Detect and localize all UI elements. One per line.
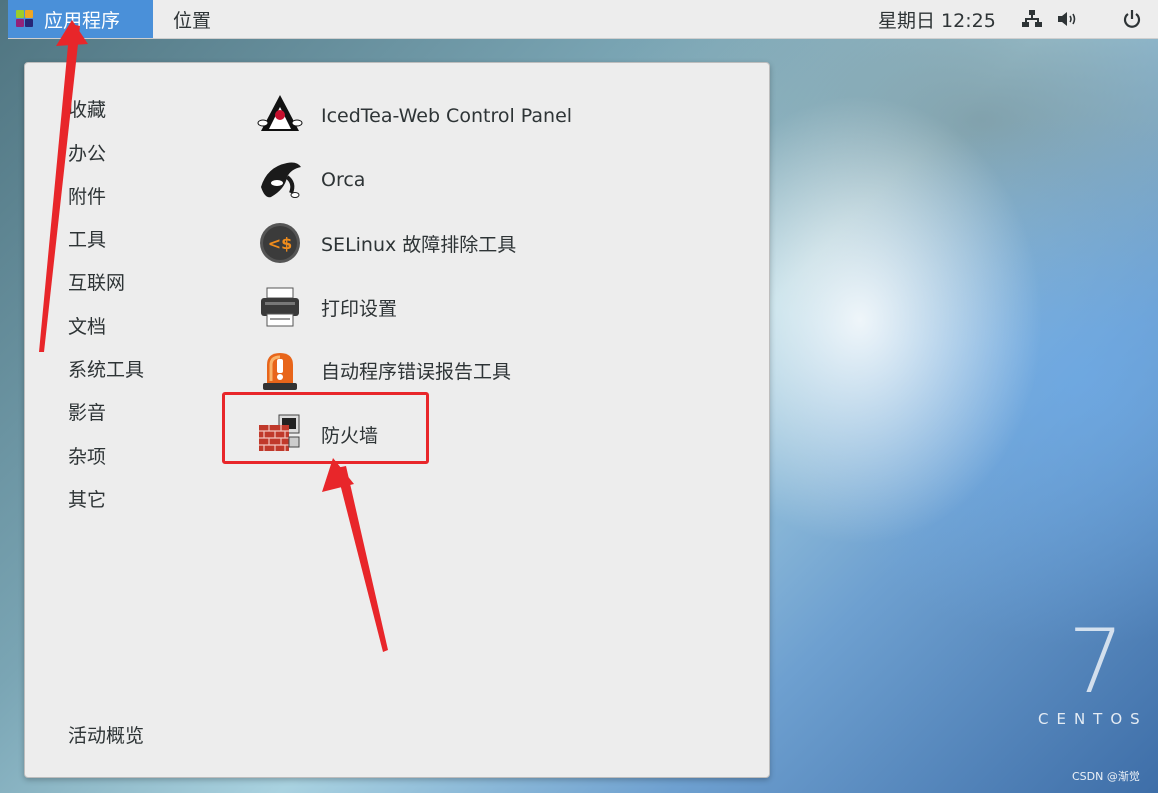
category-office[interactable]: 办公 — [68, 139, 106, 166]
category-other[interactable]: 其它 — [68, 485, 106, 512]
svg-text:<$: <$ — [268, 234, 293, 253]
category-favorites[interactable]: 收藏 — [68, 95, 106, 122]
category-sundry[interactable]: 杂项 — [68, 442, 106, 469]
app-label: 打印设置 — [321, 297, 398, 320]
places-label: 位置 — [173, 9, 212, 32]
java-duke-icon — [257, 93, 303, 139]
alarm-icon — [257, 347, 303, 393]
app-selinux-troubleshooter[interactable]: <$ SELinux 故障排除工具 — [257, 218, 516, 268]
clock[interactable]: 星期日 12:25 — [878, 0, 996, 38]
centos-version-number: 7 — [1068, 610, 1124, 713]
category-sound-video[interactable]: 影音 — [68, 398, 106, 425]
clock-text: 星期日 12:25 — [878, 9, 996, 32]
power-icon[interactable] — [1120, 8, 1144, 30]
activities-overview-link[interactable]: 活动概览 — [68, 721, 144, 748]
network-icon[interactable] — [1020, 8, 1044, 30]
watermark: CSDN @渐觉 — [1072, 770, 1140, 783]
category-internet[interactable]: 互联网 — [68, 268, 125, 295]
applications-menu-button[interactable]: 应用程序 — [8, 0, 153, 38]
volume-icon[interactable] — [1056, 8, 1080, 30]
category-accessories[interactable]: 附件 — [68, 182, 106, 209]
app-label: Orca — [321, 169, 366, 191]
orca-icon — [257, 157, 303, 203]
category-documents[interactable]: 文档 — [68, 312, 106, 339]
selinux-icon: <$ — [257, 220, 303, 266]
app-label: 自动程序错误报告工具 — [321, 360, 512, 383]
app-orca[interactable]: Orca — [257, 155, 365, 205]
top-panel: 应用程序 位置 星期日 12:25 — [8, 0, 1158, 39]
app-abrt[interactable]: 自动程序错误报告工具 — [257, 345, 511, 395]
applications-label: 应用程序 — [44, 9, 121, 32]
category-system-tools[interactable]: 系统工具 — [68, 355, 144, 382]
centos-logo-icon — [16, 10, 34, 28]
app-print-settings[interactable]: 打印设置 — [257, 282, 397, 332]
annotation-highlight-box — [222, 392, 429, 464]
places-menu-button[interactable]: 位置 — [173, 0, 211, 38]
centos-wordmark: CENTOS — [1038, 710, 1148, 728]
app-icedtea-web-control-panel[interactable]: IcedTea-Web Control Panel — [257, 91, 572, 141]
category-utilities[interactable]: 工具 — [68, 225, 106, 252]
app-label: IcedTea-Web Control Panel — [321, 105, 573, 127]
printer-icon — [257, 284, 303, 330]
app-label: SELinux 故障排除工具 — [321, 233, 517, 256]
